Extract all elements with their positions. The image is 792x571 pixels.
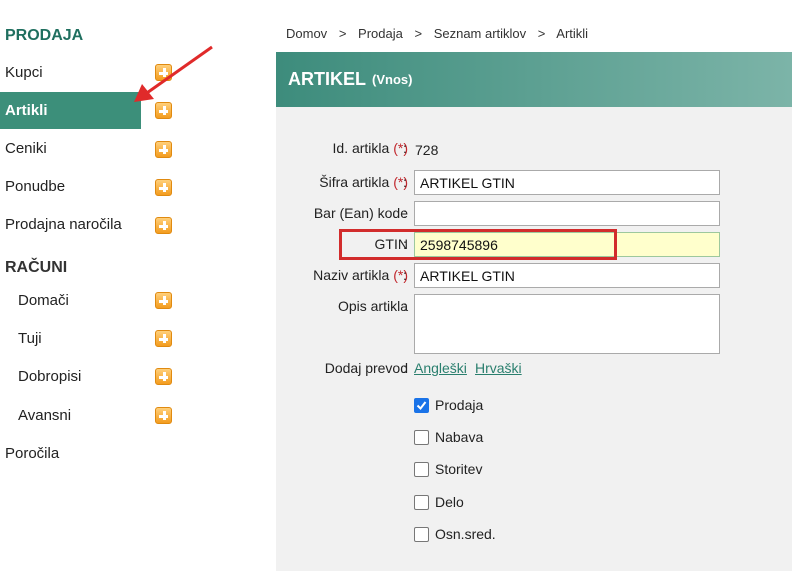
add-tuji-icon[interactable]	[155, 330, 172, 347]
colon: :	[403, 205, 407, 221]
gtin-highlight-box	[339, 229, 617, 260]
id-value: 728	[415, 142, 439, 158]
sidebar-item-label: Poročila	[5, 445, 60, 462]
colon: :	[403, 298, 407, 314]
barcode-label: Bar (Ean) kode	[313, 205, 408, 221]
checkbox-nabava[interactable]: Nabava	[414, 429, 483, 445]
add-avansni-icon[interactable]	[155, 407, 172, 424]
id-label: Id. artikla (*)	[332, 140, 408, 156]
translate-label: Dodaj prevod	[324, 360, 408, 376]
colon: :	[403, 360, 407, 376]
translate-link-croatian[interactable]: Hrvaški	[475, 360, 522, 376]
add-prodajna-narocila-icon[interactable]	[155, 217, 172, 234]
breadcrumb-separator: >	[414, 26, 423, 41]
annotation-arrow-icon	[134, 45, 213, 102]
sidebar-item-label: Avansni	[18, 407, 72, 424]
checkbox-label: Storitev	[435, 461, 483, 477]
sidebar-item-artikli[interactable]: Artikli	[0, 92, 141, 129]
colon: :	[403, 174, 407, 190]
checkbox-label: Delo	[435, 494, 464, 510]
checkbox-unchecked-icon[interactable]	[414, 461, 429, 477]
page-title: ARTIKEL	[288, 69, 366, 89]
page-subtitle: (Vnos)	[372, 72, 413, 87]
checkbox-delo[interactable]: Delo	[414, 494, 464, 510]
opis-label: Opis artikla	[337, 298, 408, 314]
add-ponudbe-icon[interactable]	[155, 179, 172, 196]
section-title-prodaja: PRODAJA	[5, 27, 84, 44]
checkbox-label: Prodaja	[435, 397, 484, 413]
add-domaci-icon[interactable]	[155, 292, 172, 309]
sidebar-item-label: Domači	[18, 292, 69, 309]
opis-textarea[interactable]	[414, 294, 720, 354]
colon: :	[403, 267, 407, 283]
sidebar-item-porocila[interactable]: Poročila	[0, 435, 141, 472]
sidebar-item-avansni[interactable]: Avansni	[0, 397, 141, 434]
breadcrumb-separator: >	[537, 26, 546, 41]
breadcrumb: Domov > Prodaja > Seznam artiklov > Arti…	[286, 26, 596, 41]
breadcrumb-prodaja[interactable]: Prodaja	[358, 26, 403, 41]
sidebar-item-ceniki[interactable]: Ceniki	[0, 130, 141, 167]
add-ceniki-icon[interactable]	[155, 141, 172, 158]
sidebar-item-domaci[interactable]: Domači	[0, 282, 141, 319]
sidebar-item-label: Ceniki	[5, 140, 47, 157]
sidebar-item-label: Artikli	[5, 102, 48, 119]
breadcrumb-separator: >	[338, 26, 347, 41]
section-title-racuni: RAČUNI	[5, 259, 68, 276]
breadcrumb-artikli: Artikli	[556, 26, 589, 41]
barcode-input[interactable]	[414, 201, 720, 226]
checkbox-label: Nabava	[435, 429, 484, 445]
sidebar-item-tuji[interactable]: Tuji	[0, 320, 141, 357]
page-header: ARTIKEL (Vnos)	[276, 52, 792, 107]
sidebar-item-dobropisi[interactable]: Dobropisi	[0, 358, 141, 395]
sidebar-item-label: Prodajna naročila	[5, 216, 122, 233]
checkbox-unchecked-icon[interactable]	[414, 429, 429, 445]
sidebar-item-prodajna-narocila[interactable]: Prodajna naročila	[0, 206, 141, 243]
naziv-label: Naziv artikla (*)	[313, 267, 408, 283]
checkbox-checked-icon[interactable]	[414, 397, 429, 413]
checkbox-prodaja[interactable]: Prodaja	[414, 397, 483, 413]
sidebar-item-kupci[interactable]: Kupci	[0, 54, 141, 91]
sidebar-item-label: Tuji	[18, 330, 42, 347]
breadcrumb-domov[interactable]: Domov	[286, 26, 327, 41]
checkbox-label: Osn.sred.	[435, 526, 496, 542]
sifra-input[interactable]	[414, 170, 720, 195]
translate-link-english[interactable]: Angleški	[414, 360, 467, 376]
add-dobropisi-icon[interactable]	[155, 368, 172, 385]
sidebar: PRODAJA Kupci Artikli Ceniki Ponudbe Pro…	[0, 0, 213, 571]
checkbox-osn-sred[interactable]: Osn.sred.	[414, 526, 496, 542]
sidebar-item-label: Kupci	[5, 64, 43, 81]
checkbox-storitev[interactable]: Storitev	[414, 461, 482, 477]
checkbox-unchecked-icon[interactable]	[414, 526, 429, 542]
breadcrumb-seznam-artiklov[interactable]: Seznam artiklov	[434, 26, 526, 41]
naziv-input[interactable]	[414, 263, 720, 288]
sifra-label: Šifra artikla (*)	[319, 174, 408, 190]
sidebar-item-ponudbe[interactable]: Ponudbe	[0, 168, 141, 205]
colon: :	[403, 140, 407, 156]
sidebar-item-label: Ponudbe	[5, 178, 66, 195]
sidebar-item-label: Dobropisi	[18, 368, 82, 385]
checkbox-unchecked-icon[interactable]	[414, 494, 429, 510]
